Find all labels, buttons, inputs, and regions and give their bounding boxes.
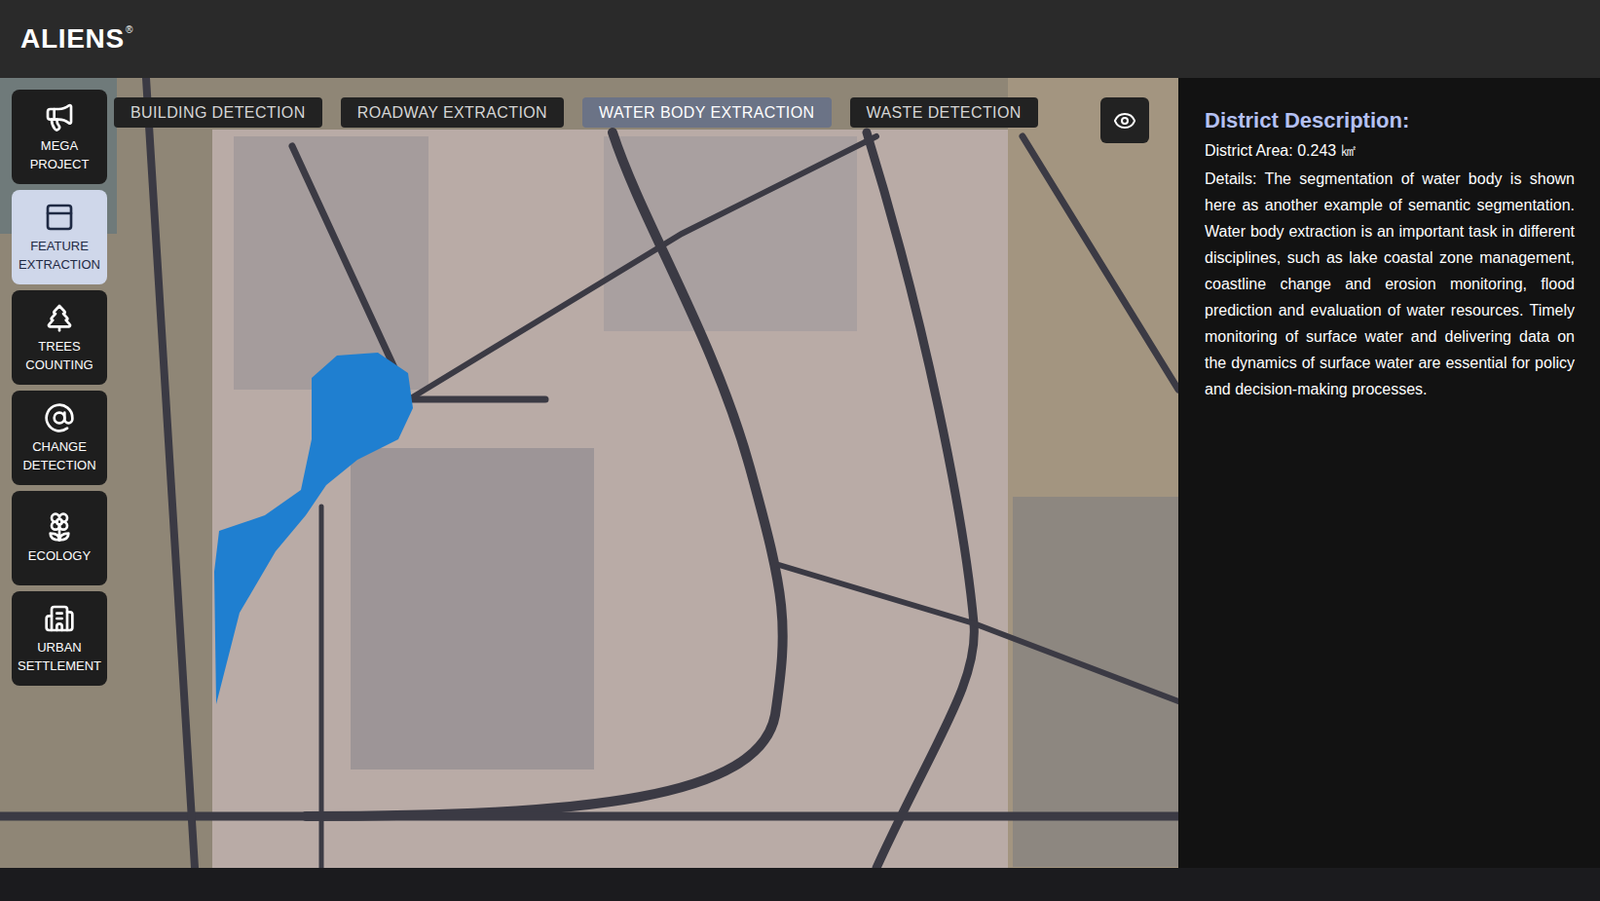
sidebar-item-label: ECOLOGY: [28, 546, 91, 565]
sidebar-label-line: DETECTION: [22, 455, 96, 475]
sidebar-label-line: PROJECT: [30, 154, 90, 174]
tab[interactable]: ROADWAY EXTRACTION: [340, 97, 564, 128]
map-overlay: MEGAPROJECT FEATUREEXTRACTION TREESCOUNTIN…: [0, 77, 1179, 686]
map-view[interactable]: MEGAPROJECT FEATUREEXTRACTION TREESCOUNTIN…: [0, 77, 1179, 868]
eye-icon: [1113, 109, 1137, 133]
tab[interactable]: WASTE DETECTION: [850, 97, 1039, 128]
sidebar-item-label: TREESCOUNTING: [25, 336, 93, 374]
main: MEGAPROJECT FEATUREEXTRACTION TREESCOUNTIN…: [0, 77, 1600, 868]
sidebar-item-label: URBANSETTLEMENT: [17, 637, 102, 675]
logo[interactable]: ALIENS®: [20, 25, 133, 53]
sidebar-label-line: FEATURE: [30, 236, 89, 256]
sidebar: MEGAPROJECT FEATUREEXTRACTION TREESCOUNTIN…: [11, 89, 108, 686]
logo-text: ALIENS: [20, 25, 125, 53]
sidebar-label-line: CHANGE: [32, 437, 87, 456]
sidebar-label-line: SETTLEMENT: [17, 656, 102, 675]
panel-title: District Description:: [1204, 107, 1575, 135]
header: ALIENS®: [0, 0, 1600, 78]
sidebar-item-label: CHANGEDETECTION: [22, 437, 96, 475]
buildings-icon: [43, 602, 75, 634]
sidebar-item[interactable]: FEATUREEXTRACTION: [11, 189, 108, 285]
top-bar: BUILDING DETECTION ROADWAY EXTRACTION WATE…: [113, 89, 1167, 686]
district-area: District Area: 0.243 ㎢: [1204, 138, 1575, 164]
district-details: Details: The segmentation of water body …: [1204, 165, 1575, 403]
logo-mark: ®: [125, 25, 133, 36]
sidebar-item-label: FEATUREEXTRACTION: [18, 236, 101, 274]
sidebar-label-line: TREES: [37, 336, 80, 356]
sidebar-item[interactable]: URBANSETTLEMENT: [11, 591, 108, 686]
district-panel: District Description: District Area: 0.24…: [1178, 77, 1600, 868]
sidebar-item-label: MEGAPROJECT: [30, 136, 90, 174]
sidebar-label-line: COUNTING: [25, 355, 93, 374]
trees-icon: [43, 301, 75, 334]
tab[interactable]: BUILDING DETECTION: [113, 97, 323, 128]
sidebar-label-line: ECOLOGY: [28, 546, 91, 565]
sidebar-item[interactable]: MEGAPROJECT: [11, 89, 108, 185]
sidebar-item[interactable]: ECOLOGY: [11, 490, 108, 586]
satellite-map: [0, 77, 1179, 868]
sidebar-label-line: URBAN: [37, 637, 82, 657]
visibility-button[interactable]: [1100, 97, 1150, 144]
tabs: BUILDING DETECTION ROADWAY EXTRACTION WATE…: [113, 97, 1039, 128]
tab[interactable]: WATER BODY EXTRACTION: [582, 97, 831, 128]
app: ALIENS® MEGAPROJECT FEATUREEXTRACTION TREES…: [0, 0, 1600, 901]
megaphone-icon: [43, 101, 75, 133]
footer: [0, 867, 1600, 901]
sidebar-item[interactable]: TREESCOUNTING: [11, 290, 108, 385]
target-icon: [43, 402, 75, 434]
sidebar-label-line: MEGA: [40, 136, 78, 155]
sidebar-item[interactable]: CHANGEDETECTION: [11, 390, 108, 485]
sidebar-label-line: EXTRACTION: [18, 255, 101, 274]
panel-icon: [43, 201, 75, 233]
flower-icon: [43, 511, 75, 543]
